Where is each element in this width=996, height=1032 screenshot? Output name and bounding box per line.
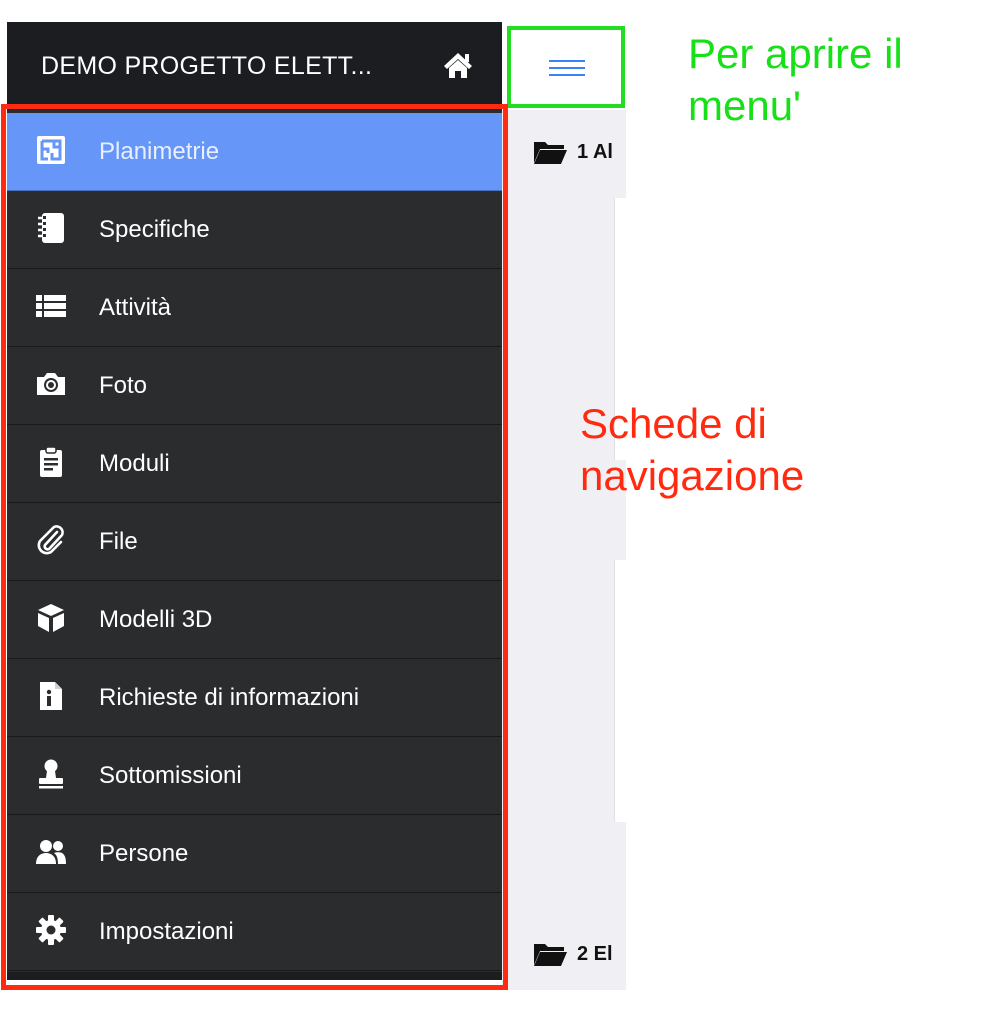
nav-tabs-highlight: [1, 104, 508, 990]
folder-row[interactable]: 1 Al: [533, 136, 626, 168]
folder-card[interactable]: [614, 560, 627, 822]
menu-button-highlight: [507, 26, 625, 108]
folder-label: 1 Al: [577, 140, 613, 163]
screen: 1 Al 2 El DEMO PROGETTO ELETT... Planime…: [0, 0, 996, 1032]
folder-icon: [534, 142, 567, 164]
folder-row[interactable]: 2 El: [533, 938, 626, 970]
content-area: [502, 110, 626, 990]
drawer-header: DEMO PROGETTO ELETT...: [7, 22, 502, 110]
folder-icon: [534, 944, 567, 966]
menu-annotation-text: Per aprire il menu': [688, 30, 903, 129]
folder-label: 2 El: [577, 942, 613, 965]
home-button[interactable]: [443, 50, 473, 80]
project-title: DEMO PROGETTO ELETT...: [41, 52, 373, 80]
nav-annotation-text: Schede di navigazione: [580, 400, 805, 499]
home-icon: [444, 53, 472, 78]
